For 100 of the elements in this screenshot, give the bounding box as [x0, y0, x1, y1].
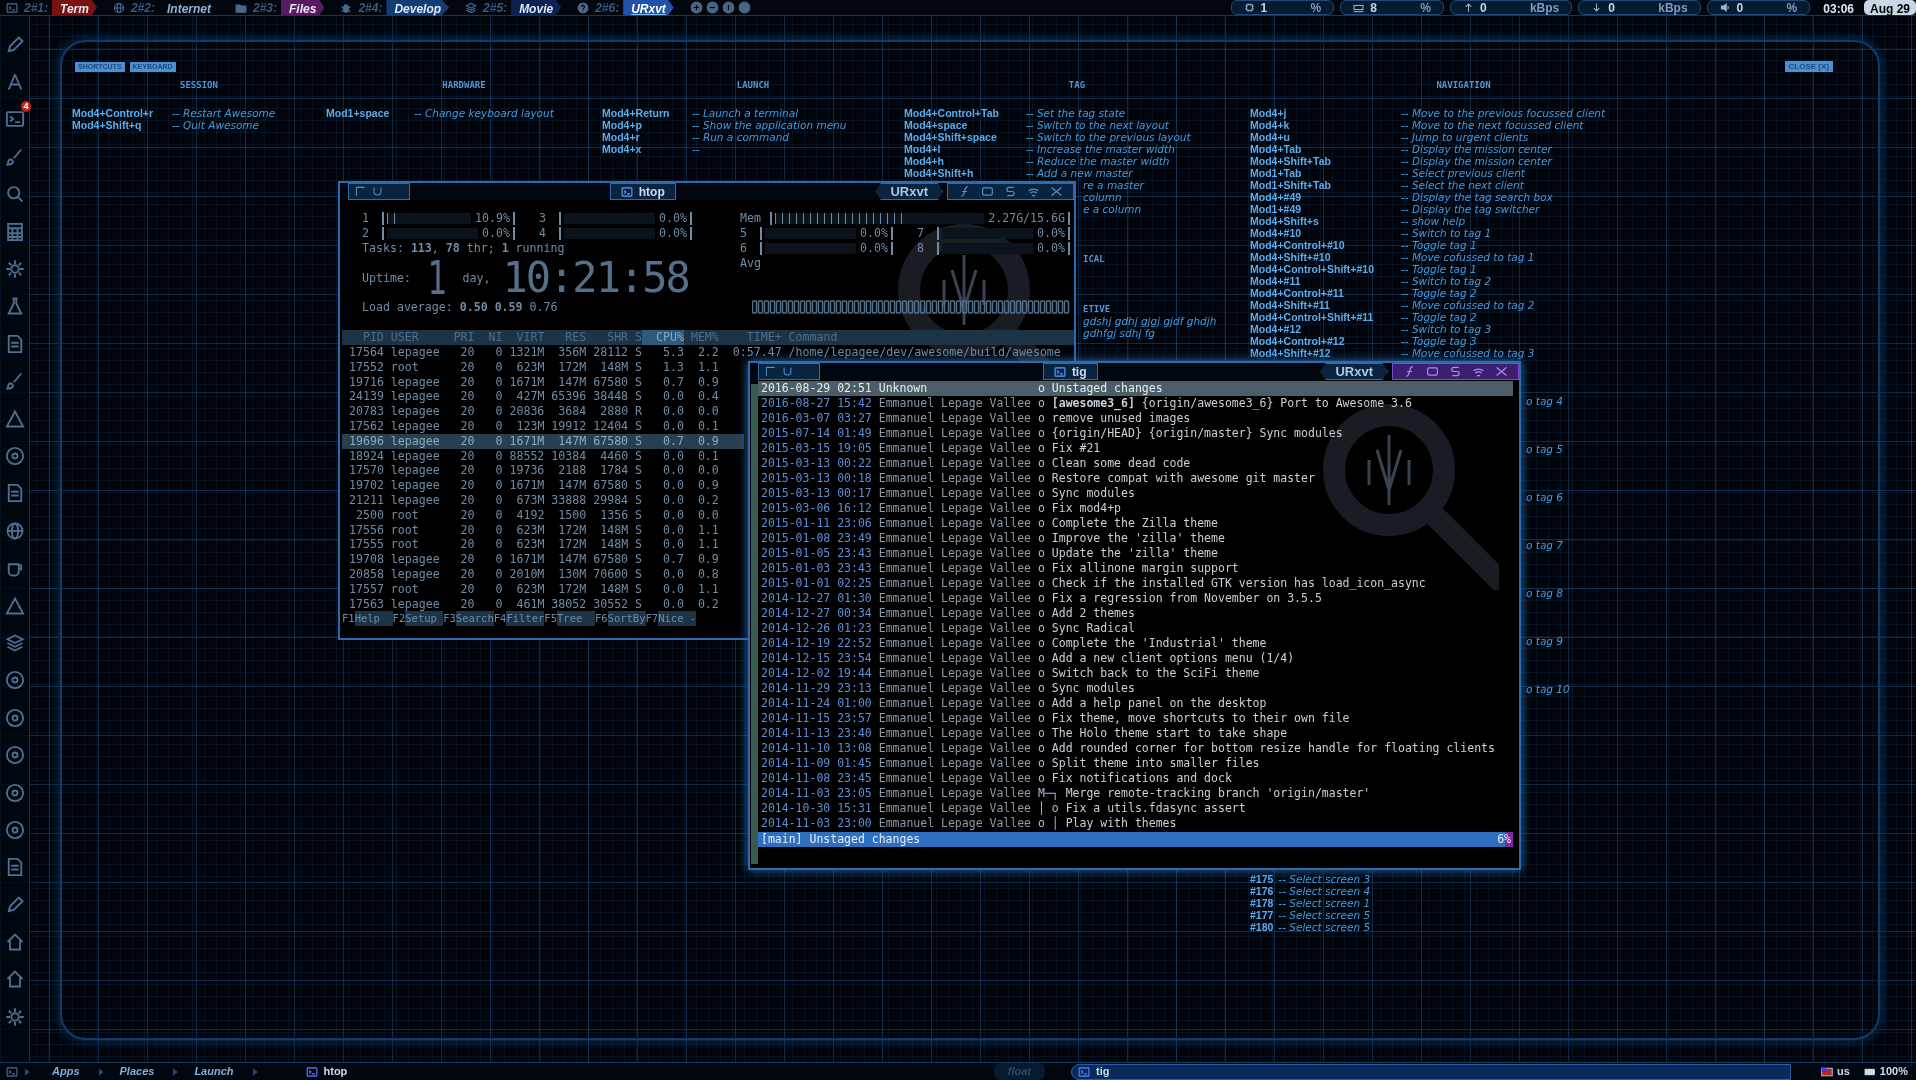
terminal-icon[interactable]: [4, 109, 25, 130]
commit-row[interactable]: 2014-11-29 23:13 Emmanuel Lepage Vallee o Sync modules: [758, 681, 1513, 696]
function-key-button[interactable]: Nice -: [658, 611, 697, 627]
commit-row[interactable]: 2016-08-27 15:42 Emmanuel Lepage Vallee o [awesome3_6] {origin/awesome3_6} Port to Awesome 3.6: [758, 396, 1513, 411]
function-key-button[interactable]: Search: [455, 611, 494, 627]
process-row[interactable]: 17555 root 20 0 623M 172M 148M S 0.0 1.1: [342, 537, 744, 553]
commit-row[interactable]: 2014-11-15 23:57 Emmanuel Lepage Vallee o Fix theme, move shortcuts to their own file: [758, 711, 1513, 726]
commit-row[interactable]: 2014-11-24 01:00 Emmanuel Lepage Vallee o Add a help panel on the desktop: [758, 696, 1513, 711]
process-row[interactable]: 20783 lepagee 20 0 20836 3684 2880 R 0.0 0.0: [342, 404, 744, 419]
commit-row[interactable]: 2015-03-15 19:05 Emmanuel Lepage Vallee o Fix #21: [758, 441, 1513, 456]
hook-icon[interactable]: [1403, 365, 1416, 378]
tag-button[interactable]: Term: [52, 0, 97, 16]
disc-icon[interactable]: [4, 745, 25, 766]
maximize-icon[interactable]: [1426, 365, 1439, 378]
process-row[interactable]: 19708 lepagee 20 0 1671M 147M 67580 S 0.7 0.9: [342, 552, 744, 567]
commit-row[interactable]: 2015-01-08 23:49 Emmanuel Lepage Vallee o Improve the 'zilla' theme: [758, 531, 1513, 546]
commit-row[interactable]: 2015-01-05 23:43 Emmanuel Lepage Vallee o Update the 'zilla' theme: [758, 546, 1513, 561]
commit-row[interactable]: 2014-11-03 23:05 Emmanuel Lepage Vallee M─┐ Merge remote-tracking branch 'origin/master': [758, 786, 1513, 801]
commit-row[interactable]: 2016-08-29 02:51 Unknown o Unstaged changes: [758, 381, 1513, 396]
process-row[interactable]: 17570 lepagee 20 0 19736 2188 1784 S 0.0 0.0: [342, 463, 744, 479]
process-row[interactable]: 17556 root 20 0 623M 172M 148M S 0.0 1.1: [342, 522, 744, 538]
launcher-button[interactable]: Apps: [48, 1063, 84, 1080]
info-circle-icon[interactable]: [721, 1, 735, 14]
tag-button[interactable]: Develop: [386, 0, 450, 16]
launcher-button[interactable]: Places: [115, 1063, 159, 1080]
calculator-icon[interactable]: [4, 221, 25, 242]
commit-row[interactable]: 2014-12-26 01:23 Emmanuel Lepage Vallee o Sync Radical: [758, 621, 1513, 636]
corner-icon[interactable]: [355, 186, 366, 197]
disc-icon[interactable]: [4, 819, 25, 840]
commit-row[interactable]: 2014-12-15 23:54 Emmanuel Lepage Vallee o Add a new client options menu (1/4): [758, 651, 1513, 666]
disc-icon[interactable]: [4, 782, 25, 803]
commit-row[interactable]: 2015-01-03 23:43 Emmanuel Lepage Vallee o Fix allinone margin support: [758, 561, 1513, 576]
task-button[interactable]: tig: [1071, 1063, 1791, 1080]
commit-row[interactable]: 2015-07-14 01:49 Emmanuel Lepage Vallee o {origin/HEAD} {origin/master} Sync modules: [758, 426, 1513, 441]
commit-row[interactable]: 2014-10-30 15:31 Emmanuel Lepage Vallee │ o Fix a utils.fdasync assert: [758, 801, 1513, 816]
stack-icon[interactable]: [4, 632, 25, 653]
process-row[interactable]: 17562 lepagee 20 0 123M 19912 12404 S 0.0 0.1: [342, 419, 744, 434]
process-row[interactable]: 20858 lepagee 20 0 2010M 130M 70600 S 0.0 0.8: [342, 566, 744, 582]
arcs-icon[interactable]: [1472, 365, 1485, 378]
maximize-icon[interactable]: [981, 185, 994, 198]
disc-icon[interactable]: [4, 707, 25, 728]
commit-row[interactable]: 2014-12-27 01:30 Emmanuel Lepage Vallee o Fix a regression from November on 3.5.5: [758, 591, 1513, 606]
arcs-icon[interactable]: [1027, 185, 1040, 198]
s-curve-icon[interactable]: [1449, 365, 1462, 378]
hook-icon[interactable]: [958, 185, 971, 198]
commit-row[interactable]: 2015-03-13 00:17 Emmanuel Lepage Vallee o Sync modules: [758, 486, 1513, 501]
commit-row[interactable]: 2015-03-06 16:12 Emmanuel Lepage Vallee o Fix mod4+p: [758, 501, 1513, 516]
process-row[interactable]: 18924 lepagee 20 0 88552 10384 4460 S 0.0 0.1: [342, 448, 744, 464]
pencil-icon[interactable]: [4, 894, 25, 915]
tag-button[interactable]: Internet: [158, 0, 219, 16]
triangle-icon[interactable]: [4, 595, 25, 616]
tag-button[interactable]: Files: [281, 0, 325, 16]
house-icon[interactable]: [4, 932, 25, 953]
commit-row[interactable]: 2014-11-10 13:08 Emmanuel Lepage Vallee o Add rounded corner for bottom resize handle for floating clients: [758, 741, 1513, 756]
process-row[interactable]: 19702 lepagee 20 0 1671M 147M 67580 S 0.0 0.9: [342, 478, 744, 493]
launcher-button[interactable]: Launch: [190, 1063, 238, 1080]
s-curve-icon[interactable]: [1004, 185, 1017, 198]
commit-row[interactable]: 2015-01-11 23:06 Emmanuel Lepage Vallee o Complete the Zilla theme: [758, 516, 1513, 531]
function-key-button[interactable]: Setup: [405, 611, 444, 627]
process-row[interactable]: 24139 lepagee 20 0 427M 65396 38448 S 0.0 0.4: [342, 389, 744, 405]
filled-circle-icon[interactable]: [737, 1, 751, 14]
process-row[interactable]: 19696 lepagee 20 0 1671M 147M 67580 S 0.7 0.9: [342, 433, 744, 449]
process-row[interactable]: 17563 lepagee 20 0 461M 38052 30552 S 0.0 0.2: [342, 596, 744, 612]
search-icon[interactable]: [4, 184, 25, 205]
process-row[interactable]: 2500 root 20 0 4192 1500 1356 S 0.0 0.0: [342, 507, 744, 523]
commit-row[interactable]: 2014-11-08 23:45 Emmanuel Lepage Vallee o Fix notifications and dock: [758, 771, 1513, 786]
close-icon[interactable]: [1050, 185, 1063, 198]
brush-icon[interactable]: [4, 146, 25, 167]
commit-row[interactable]: 2015-03-13 00:22 Emmanuel Lepage Vallee o Clean some dead code: [758, 456, 1513, 471]
commit-row[interactable]: 2014-11-09 01:45 Emmanuel Lepage Vallee o Split theme into smaller files: [758, 756, 1513, 771]
commit-row[interactable]: 2014-11-13 23:40 Emmanuel Lepage Vallee o The Holo theme start to take shape: [758, 726, 1513, 741]
globe-icon[interactable]: [4, 520, 25, 541]
commit-row[interactable]: 2015-03-13 00:18 Emmanuel Lepage Vallee o Restore compat with awesome git master: [758, 471, 1513, 486]
process-row[interactable]: 19716 lepagee 20 0 1671M 147M 67580 S 0.7 0.9: [342, 374, 744, 390]
commit-row[interactable]: 2014-12-19 22:52 Emmanuel Lepage Vallee o Complete the 'Industrial' theme: [758, 636, 1513, 651]
commit-row[interactable]: 2014-12-27 00:34 Emmanuel Lepage Vallee o Add 2 themes: [758, 606, 1513, 621]
corner-icon[interactable]: [765, 366, 776, 377]
close-icon[interactable]: [1495, 365, 1508, 378]
tag-button[interactable]: URxvt: [623, 0, 674, 16]
function-key-button[interactable]: Help: [354, 611, 393, 627]
process-row[interactable]: 17552 root 20 0 623M 172M 148M S 1.3 1.1: [342, 359, 744, 375]
tag-button[interactable]: Movie: [511, 0, 562, 16]
disc-icon[interactable]: [4, 670, 25, 691]
pencil-icon[interactable]: [4, 34, 25, 55]
disc-icon[interactable]: [4, 446, 25, 466]
triangle-icon[interactable]: [4, 408, 25, 429]
minus-circle-icon[interactable]: [705, 1, 719, 14]
brush-icon[interactable]: [4, 371, 25, 392]
function-key-button[interactable]: Tree: [557, 611, 595, 627]
task-button[interactable]: htop: [299, 1063, 354, 1080]
commit-row[interactable]: 2016-03-07 03:27 Emmanuel Lepage Vallee o remove unused images: [758, 411, 1513, 426]
commit-row[interactable]: 2015-01-01 02:25 Emmanuel Lepage Vallee o Check if the installed GTK version has load_icon_async: [758, 576, 1513, 591]
function-key-button[interactable]: SortBy: [607, 611, 646, 627]
plus-circle-icon[interactable]: [689, 1, 703, 14]
commit-row[interactable]: 2014-11-03 23:00 Emmanuel Lepage Vallee o │ Play with themes: [758, 816, 1513, 831]
process-row[interactable]: 17557 root 20 0 623M 172M 148M S 0.0 1.1: [342, 581, 744, 597]
house-icon[interactable]: [4, 969, 25, 990]
function-key-button[interactable]: Filter: [506, 611, 545, 627]
process-row[interactable]: 17564 lepagee 20 0 1321M 356M 28112 S 5.3 2.2 0:57.47 /home/lepagee/dev/awesome/build/awesome: [342, 345, 1074, 360]
commit-row[interactable]: 2014-12-02 19:44 Emmanuel Lepage Vallee o Switch back to the SciFi theme: [758, 666, 1513, 681]
